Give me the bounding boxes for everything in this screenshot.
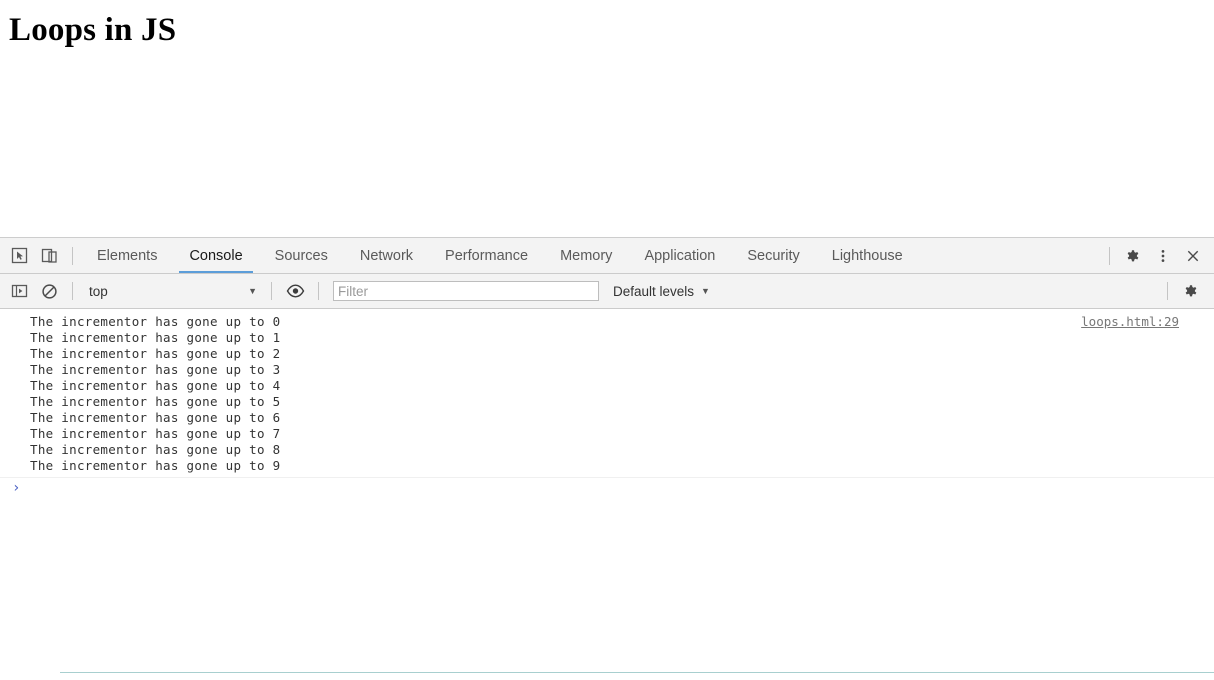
console-toolbar-separator-1 bbox=[72, 282, 73, 300]
web-page-content: Loops in JS bbox=[0, 0, 1214, 237]
console-message-group: The incrementor has gone up to 0 loops.h… bbox=[0, 309, 1214, 498]
tab-label: Security bbox=[747, 247, 800, 264]
console-message-text: The incrementor has gone up to 1 bbox=[30, 330, 281, 345]
page-title: Loops in JS bbox=[9, 12, 177, 48]
gear-icon[interactable] bbox=[1118, 242, 1148, 270]
tab-label: Network bbox=[359, 247, 414, 264]
page-bottom-rule bbox=[60, 672, 1214, 673]
console-prompt-input[interactable] bbox=[20, 480, 1214, 496]
console-message[interactable]: The incrementor has gone up to 6 bbox=[0, 410, 1214, 426]
console-toolbar-separator-4 bbox=[1167, 282, 1168, 300]
tab-memory[interactable]: Memory bbox=[544, 238, 628, 273]
console-message-source-link[interactable]: loops.html:29 bbox=[1081, 314, 1179, 330]
clear-console-icon[interactable] bbox=[34, 277, 64, 305]
log-levels-value: Default levels bbox=[613, 283, 695, 299]
kebab-menu-icon[interactable] bbox=[1148, 242, 1178, 270]
console-message-text: The incrementor has gone up to 8 bbox=[30, 442, 281, 457]
tab-label: Performance bbox=[445, 247, 529, 264]
chevron-down-icon: ▼ bbox=[248, 285, 257, 296]
console-toolbar: top ▼ Default levels ▼ bbox=[0, 274, 1214, 309]
tab-label: Memory bbox=[560, 247, 613, 264]
console-message[interactable]: The incrementor has gone up to 2 bbox=[0, 346, 1214, 362]
tab-network[interactable]: Network bbox=[344, 238, 429, 273]
chevron-down-icon: ▼ bbox=[701, 285, 710, 296]
console-sidebar-icon[interactable] bbox=[4, 277, 34, 305]
console-message[interactable]: The incrementor has gone up to 9 bbox=[0, 458, 1214, 474]
console-prompt[interactable]: › bbox=[0, 478, 1214, 498]
tab-label: Console bbox=[189, 247, 243, 264]
console-toolbar-actions bbox=[1159, 277, 1214, 305]
console-message[interactable]: The incrementor has gone up to 0 loops.h… bbox=[0, 314, 1214, 330]
console-message[interactable]: The incrementor has gone up to 4 bbox=[0, 378, 1214, 394]
tab-lighthouse[interactable]: Lighthouse bbox=[816, 238, 919, 273]
console-message-text: The incrementor has gone up to 0 bbox=[30, 314, 281, 329]
tab-elements[interactable]: Elements bbox=[81, 238, 173, 273]
console-message-text: The incrementor has gone up to 5 bbox=[30, 394, 281, 409]
devtools-panel: Elements Console Sources Network Perform… bbox=[0, 237, 1214, 680]
tab-performance[interactable]: Performance bbox=[429, 238, 544, 273]
console-message-list[interactable]: The incrementor has gone up to 0 loops.h… bbox=[0, 309, 1214, 680]
tab-console[interactable]: Console bbox=[173, 238, 258, 273]
tabstrip-separator bbox=[72, 246, 73, 265]
inspect-element-icon[interactable] bbox=[4, 242, 34, 270]
tab-sources[interactable]: Sources bbox=[259, 238, 344, 273]
console-message[interactable]: The incrementor has gone up to 3 bbox=[0, 362, 1214, 378]
console-toolbar-separator-2 bbox=[271, 282, 272, 300]
execution-context-dropdown[interactable]: top ▼ bbox=[81, 280, 263, 302]
tab-label: Elements bbox=[97, 247, 158, 264]
tab-label: Application bbox=[644, 247, 716, 264]
console-message-text: The incrementor has gone up to 9 bbox=[30, 458, 281, 473]
tab-security[interactable]: Security bbox=[731, 238, 815, 273]
console-message[interactable]: The incrementor has gone up to 7 bbox=[0, 426, 1214, 442]
console-message-text: The incrementor has gone up to 2 bbox=[30, 346, 281, 361]
console-message[interactable]: The incrementor has gone up to 8 bbox=[0, 442, 1214, 458]
tab-application[interactable]: Application bbox=[628, 238, 731, 273]
console-message-text: The incrementor has gone up to 3 bbox=[30, 362, 281, 377]
eye-icon[interactable] bbox=[280, 277, 310, 305]
devtools-tabstrip-actions bbox=[1101, 242, 1214, 270]
console-message[interactable]: The incrementor has gone up to 1 bbox=[0, 330, 1214, 346]
device-toolbar-icon[interactable] bbox=[34, 242, 64, 270]
console-message-text: The incrementor has gone up to 4 bbox=[30, 378, 281, 393]
devtools-tabstrip: Elements Console Sources Network Perform… bbox=[0, 238, 1214, 274]
gear-icon[interactable] bbox=[1176, 277, 1206, 305]
log-levels-dropdown[interactable]: Default levels ▼ bbox=[605, 280, 718, 302]
console-message-text: The incrementor has gone up to 6 bbox=[30, 410, 281, 425]
tab-label: Sources bbox=[274, 247, 328, 264]
tab-label: Lighthouse bbox=[831, 247, 903, 264]
console-message[interactable]: The incrementor has gone up to 5 bbox=[0, 394, 1214, 410]
prompt-chevron-icon: › bbox=[12, 480, 21, 496]
close-icon[interactable] bbox=[1178, 242, 1208, 270]
console-message-text: The incrementor has gone up to 7 bbox=[30, 426, 281, 441]
console-toolbar-separator-3 bbox=[318, 282, 319, 300]
filter-input[interactable] bbox=[333, 281, 599, 301]
execution-context-value: top bbox=[89, 283, 108, 299]
tabstrip-actions-separator bbox=[1109, 246, 1110, 265]
